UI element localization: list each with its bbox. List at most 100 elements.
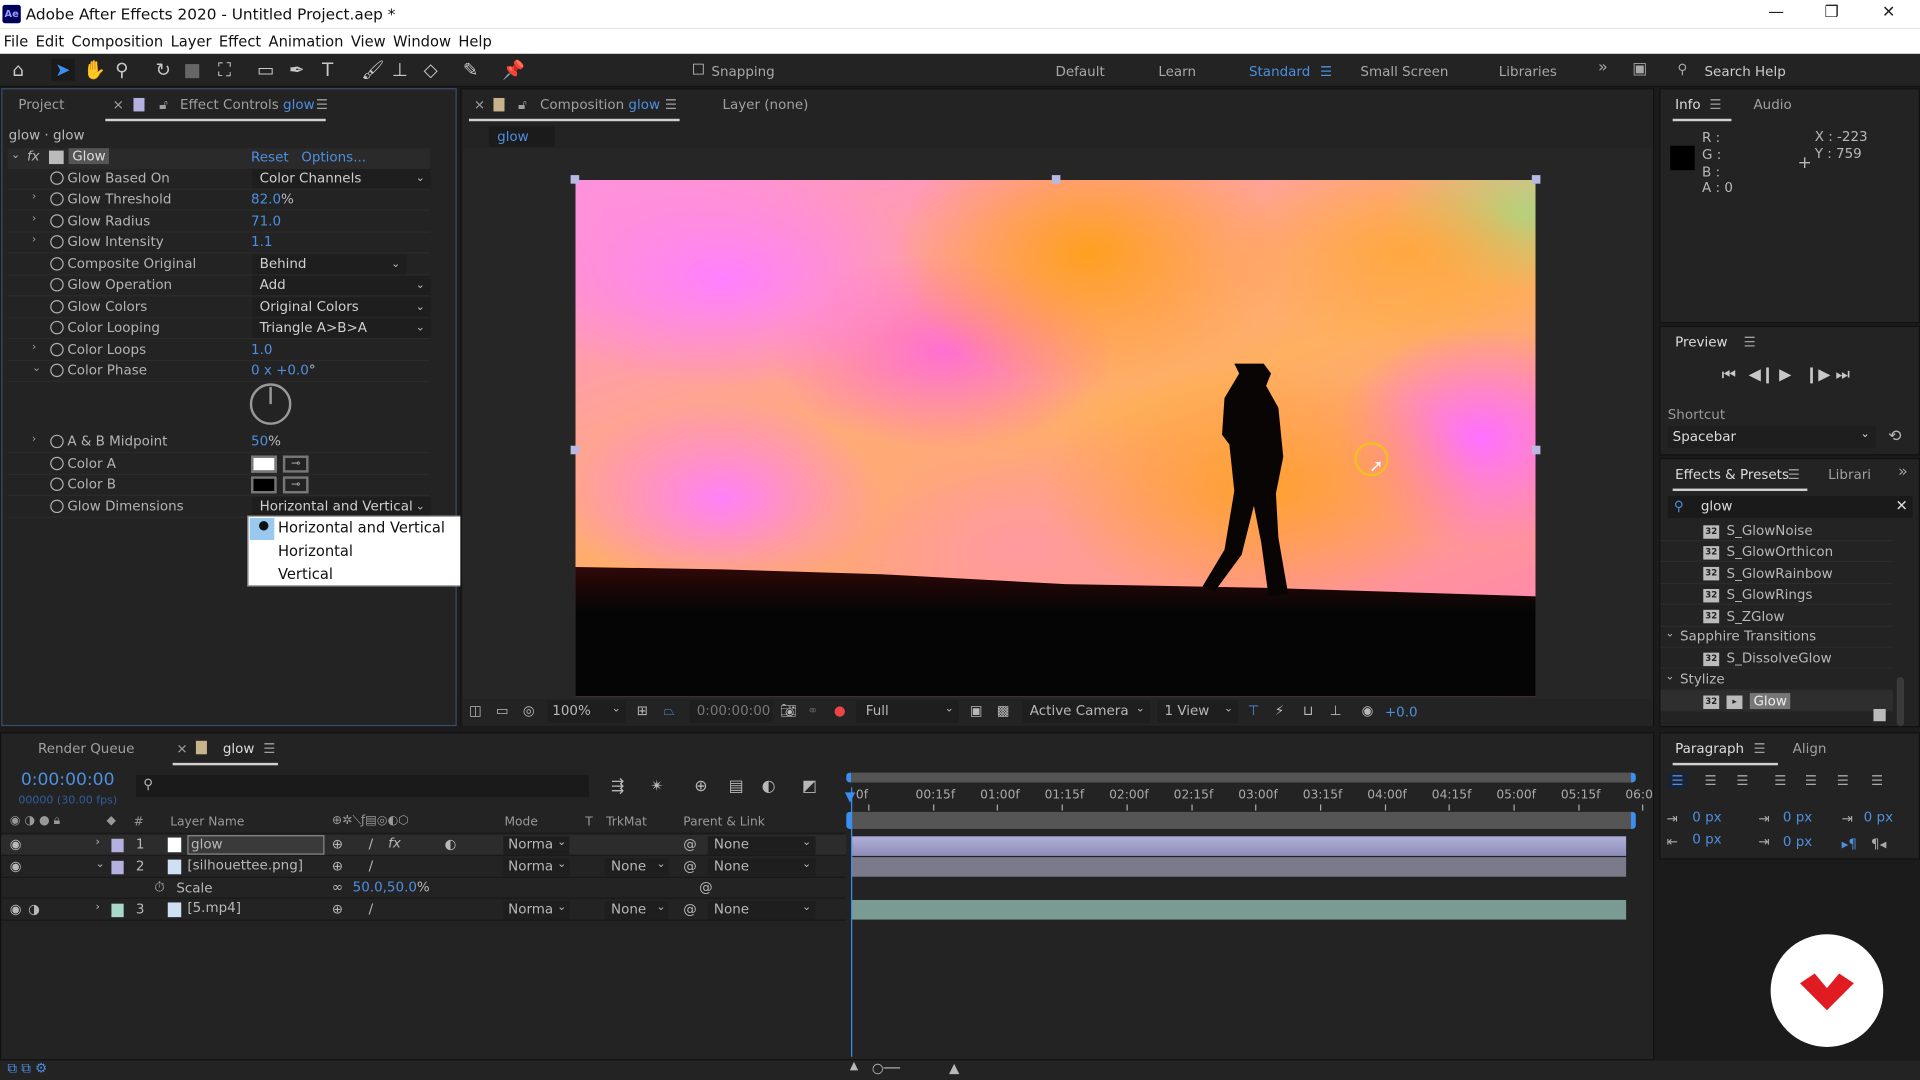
- resolution-dropdown[interactable]: Full ⌄: [855, 700, 959, 723]
- shortcut-dropdown[interactable]: Spacebar ⌄: [1667, 426, 1876, 449]
- effects-search-input[interactable]: ⚲ glow ✕: [1667, 495, 1913, 518]
- transform-handle[interactable]: [1531, 175, 1541, 184]
- tab-effects-presets[interactable]: Effects & Presets: [1675, 467, 1789, 483]
- timeline-icon[interactable]: ⊔: [1303, 703, 1314, 719]
- composition-canvas[interactable]: [575, 180, 1536, 697]
- tab-info[interactable]: Info: [1675, 97, 1701, 113]
- mask-visibility-icon[interactable]: ⏢: [664, 703, 675, 720]
- layer-bar-glow[interactable]: [851, 836, 1627, 856]
- stopwatch-icon[interactable]: [50, 342, 64, 357]
- panel-menu-icon[interactable]: ☰: [1709, 97, 1721, 113]
- effect-name[interactable]: Glow: [68, 148, 110, 165]
- hide-shy-layers-icon[interactable]: ⊕: [694, 778, 707, 796]
- layer-name[interactable]: [silhouettee.png]: [187, 857, 303, 873]
- menu-help[interactable]: Help: [458, 32, 492, 49]
- workspace-libraries[interactable]: Libraries: [1499, 64, 1557, 80]
- eraser-tool-icon[interactable]: ◇: [424, 59, 438, 81]
- panel-menu-icon[interactable]: ☰: [263, 741, 275, 757]
- camera-tool-icon[interactable]: ■: [184, 59, 201, 81]
- scrollbar[interactable]: [1896, 677, 1905, 727]
- timeline-zoom-slider[interactable]: ○──: [872, 1060, 900, 1076]
- pan-behind-tool-icon[interactable]: ⛶: [218, 59, 231, 81]
- twirl-chevron-icon[interactable]: ›: [32, 213, 36, 225]
- adjustment-layer-icon[interactable]: ◐: [444, 836, 456, 852]
- shy-switch-icon[interactable]: ⊕: [332, 901, 343, 917]
- color-swatch[interactable]: [251, 455, 277, 473]
- graph-editor-icon[interactable]: ◩: [802, 778, 817, 796]
- lock-icon[interactable]: 🔓︎: [518, 97, 527, 114]
- effect-header-glow[interactable]: ⌄ fx Glow Reset Options...: [7, 148, 430, 169]
- selection-tool-icon[interactable]: ➤: [51, 58, 75, 81]
- twirl-chevron-icon[interactable]: ›: [32, 191, 36, 203]
- hand-tool-icon[interactable]: ✋: [83, 59, 106, 81]
- new-folder-icon[interactable]: [1873, 708, 1886, 722]
- effects-category[interactable]: ⌄ Sapphire Transitions: [1660, 627, 1894, 648]
- draft-3d-icon[interactable]: ✴: [650, 778, 663, 796]
- minimize-button[interactable]: —: [1768, 4, 1784, 22]
- rotate-tool-icon[interactable]: ↻: [156, 59, 171, 81]
- first-frame-icon[interactable]: ⏮: [1722, 366, 1736, 384]
- menu-option-horizontal[interactable]: Horizontal: [278, 542, 353, 559]
- type-tool-icon[interactable]: T: [322, 59, 333, 81]
- quality-switch-icon[interactable]: /: [369, 901, 374, 917]
- panel-menu-icon[interactable]: ☰: [316, 97, 328, 113]
- shy-switch-icon[interactable]: ⊕: [332, 858, 343, 874]
- tab-paragraph[interactable]: Paragraph: [1675, 741, 1744, 757]
- effects-list-item[interactable]: 32 S_DissolveGlow: [1660, 648, 1894, 670]
- fx-toggle-icon[interactable]: fx: [27, 148, 40, 164]
- close-tab-icon[interactable]: ×: [474, 97, 485, 113]
- search-help-field[interactable]: Search Help: [1704, 64, 1785, 80]
- param-value[interactable]: 71.0: [251, 213, 281, 229]
- param-value[interactable]: 0 x +0.0°: [251, 362, 316, 378]
- panel-menu-icon[interactable]: ☰: [1753, 741, 1765, 757]
- always-preview-icon[interactable]: ◫: [469, 703, 482, 719]
- snapping-checkbox[interactable]: ☐: [692, 61, 705, 78]
- layer-bar-silhouette[interactable]: [851, 857, 1627, 877]
- transform-handle[interactable]: [1051, 175, 1061, 184]
- ltr-direction-icon[interactable]: ▸¶: [1842, 836, 1857, 852]
- tab-layer[interactable]: Layer (none): [722, 97, 808, 113]
- layer-row[interactable]: ◉ ◑ › 3 [5.mp4] ⊕ / Normal ⌄ None ⌄ @ None…: [1, 900, 847, 921]
- effects-list-item[interactable]: 32 S_ZGlow: [1660, 606, 1894, 627]
- stopwatch-icon[interactable]: [50, 477, 64, 492]
- param-value[interactable]: 1.0: [251, 342, 272, 358]
- layer-bar-5mp4[interactable]: [851, 900, 1627, 920]
- quality-switch-icon[interactable]: /: [369, 836, 374, 852]
- effects-list-item[interactable]: 32 S_GlowRainbow: [1660, 563, 1894, 584]
- param-dropdown[interactable]: Horizontal and Vertical ⌄: [252, 497, 432, 517]
- indent-right-field[interactable]: 0 px: [1692, 831, 1721, 847]
- align-right-icon[interactable]: ☰: [1736, 773, 1748, 789]
- label-color-swatch[interactable]: [111, 903, 124, 918]
- twirl-chevron-icon[interactable]: ›: [32, 433, 36, 445]
- twirl-chevron-icon[interactable]: ›: [96, 836, 100, 848]
- transparency-grid-icon[interactable]: ▩: [997, 703, 1010, 719]
- tab-align[interactable]: Align: [1793, 741, 1827, 757]
- current-time-indicator[interactable]: [851, 787, 853, 1057]
- transform-handle[interactable]: [570, 175, 580, 184]
- menu-option-vertical[interactable]: Vertical: [278, 566, 333, 583]
- quality-switch-icon[interactable]: /: [369, 858, 374, 874]
- clear-search-icon[interactable]: ✕: [1896, 497, 1908, 514]
- transform-handle[interactable]: [1531, 445, 1541, 455]
- workspace-layout-icon[interactable]: ▣: [1632, 60, 1647, 78]
- comp-subtab-glow[interactable]: glow: [488, 126, 555, 147]
- param-dropdown[interactable]: Behind ⌄: [252, 254, 407, 275]
- pick-whip-icon[interactable]: @: [683, 836, 696, 852]
- tab-project[interactable]: Project: [18, 97, 64, 113]
- stopwatch-icon[interactable]: [50, 235, 64, 249]
- layer-switches-toggle-icon[interactable]: ⧉ ⧉ ⚙: [7, 1060, 47, 1077]
- playhead-icon[interactable]: ▼: [845, 789, 855, 805]
- previous-frame-icon[interactable]: ◀❙: [1749, 366, 1775, 384]
- effects-list-item[interactable]: 32 ▸ Glow: [1660, 690, 1894, 712]
- zoom-out-icon[interactable]: ▲: [850, 1060, 858, 1072]
- twirl-chevron-icon[interactable]: ›: [32, 342, 36, 354]
- tab-comp-glow[interactable]: glow: [223, 741, 255, 757]
- eyedropper-icon[interactable]: ⊸: [282, 476, 309, 494]
- tab-effect-controls[interactable]: Effect Controls glow: [180, 97, 315, 113]
- menu-effect[interactable]: Effect: [219, 32, 261, 49]
- tab-audio[interactable]: Audio: [1753, 97, 1791, 113]
- effects-list-item[interactable]: 32 S_GlowNoise: [1660, 520, 1894, 542]
- stopwatch-icon[interactable]: [50, 171, 64, 185]
- justify-left-icon[interactable]: ☰: [1774, 773, 1786, 789]
- param-value[interactable]: 50%: [251, 433, 281, 449]
